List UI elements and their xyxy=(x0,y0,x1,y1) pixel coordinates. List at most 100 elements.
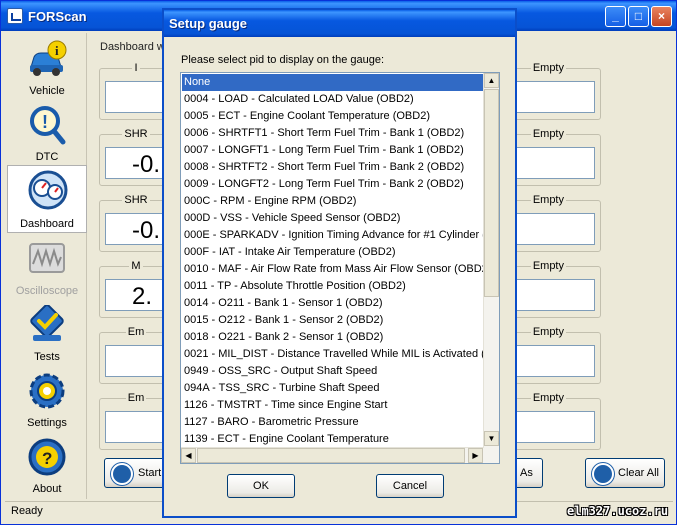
window-title: FORScan xyxy=(28,9,87,24)
pid-list: None 0004 - LOAD - Calculated LOAD Value … xyxy=(182,74,484,448)
pid-list-item[interactable]: 000C - RPM - Engine RPM (OBD2) xyxy=(182,193,484,210)
maximize-button[interactable]: □ xyxy=(628,6,649,27)
pid-list-item[interactable]: 0018 - O221 - Bank 2 - Sensor 1 (OBD2) xyxy=(182,329,484,346)
gauge-value xyxy=(507,279,595,311)
clear-all-label: Clear All xyxy=(618,467,659,479)
gauge-value: -0. xyxy=(105,147,167,179)
horizontal-scrollbar[interactable]: ◀ ▶ xyxy=(181,447,484,463)
pid-list-item[interactable]: 0007 - LONGFT1 - Long Term Fuel Trim - B… xyxy=(182,142,484,159)
scroll-right-icon[interactable]: ▶ xyxy=(468,448,483,463)
sidebar-item-oscilloscope: Oscilloscope xyxy=(7,235,87,299)
start-button-label: Start xyxy=(138,467,162,479)
pid-list-item[interactable]: 1127 - BARO - Barometric Pressure xyxy=(182,414,484,431)
gauge-value xyxy=(105,345,167,377)
sidebar-item-dtc[interactable]: ! DTC xyxy=(7,101,87,165)
minimize-button[interactable]: _ xyxy=(605,6,626,27)
watermark-text: elm327.ucoz.ru xyxy=(567,504,669,518)
dialog-title[interactable]: Setup gauge xyxy=(164,10,515,37)
sidebar-item-label: DTC xyxy=(35,151,59,163)
gauge-value xyxy=(105,411,167,443)
setup-gauge-dialog: Setup gauge Please select pid to display… xyxy=(162,8,517,518)
gauge-label: SHR xyxy=(122,128,150,140)
sidebar-item-vehicle[interactable]: i Vehicle xyxy=(7,35,87,99)
pid-list-item[interactable]: 0949 - OSS_SRC - Output Shaft Speed xyxy=(182,363,484,380)
dashboard-gauge-icon xyxy=(28,170,68,210)
gauge-value xyxy=(507,81,595,113)
pid-list-item[interactable]: 0004 - LOAD - Calculated LOAD Value (OBD… xyxy=(182,91,484,108)
pid-list-item[interactable]: 1139 - ECT - Engine Coolant Temperature xyxy=(182,431,484,448)
gauge-label: Em xyxy=(125,326,147,338)
scroll-up-icon[interactable]: ▲ xyxy=(484,73,499,88)
settings-gear-icon xyxy=(29,373,65,409)
sidebar: i Vehicle ! DTC Dashboard Oscilloscope T… xyxy=(5,33,87,499)
oscilloscope-icon xyxy=(29,243,65,273)
gauge-label: M xyxy=(129,260,143,272)
scroll-down-icon[interactable]: ▼ xyxy=(484,431,499,446)
svg-text:?: ? xyxy=(42,449,52,468)
gauge-value xyxy=(507,345,595,377)
sidebar-item-label: Oscilloscope xyxy=(15,285,79,297)
dtc-magnifier-icon: ! xyxy=(30,106,66,145)
tests-check-icon xyxy=(30,305,64,341)
pid-list-item[interactable]: 0006 - SHRTFT1 - Short Term Fuel Trim - … xyxy=(182,125,484,142)
clear-all-button[interactable]: Clear All xyxy=(585,458,665,488)
pid-list-item[interactable]: 0014 - O211 - Bank 1 - Sensor 1 (OBD2) xyxy=(182,295,484,312)
pid-list-item[interactable]: 094A - TSS_SRC - Turbine Shaft Speed xyxy=(182,380,484,397)
sidebar-item-tests[interactable]: Tests xyxy=(7,301,87,365)
dialog-prompt: Please select pid to display on the gaug… xyxy=(181,54,385,66)
svg-text:!: ! xyxy=(42,112,48,132)
forscan-app-icon xyxy=(7,8,23,24)
gauge-label: Empty xyxy=(530,62,566,74)
pid-list-item[interactable]: 0008 - SHRTFT2 - Short Term Fuel Trim - … xyxy=(182,159,484,176)
pid-list-item[interactable]: 0005 - ECT - Engine Coolant Temperature … xyxy=(182,108,484,125)
pid-list-item[interactable]: 0021 - MIL_DIST - Distance Travelled Whi… xyxy=(182,346,484,363)
scroll-thumb[interactable] xyxy=(484,89,499,297)
vertical-scrollbar[interactable]: ▲ ▼ xyxy=(483,73,499,463)
gauge-label: Empty xyxy=(530,326,566,338)
gauge-value xyxy=(105,81,167,113)
gauge-label: Em xyxy=(125,392,147,404)
pid-list-item[interactable]: 0010 - MAF - Air Flow Rate from Mass Air… xyxy=(182,261,484,278)
gauge-label: I xyxy=(132,62,140,74)
scroll-left-icon[interactable]: ◀ xyxy=(181,448,196,463)
pid-list-item[interactable]: 1126 - TMSTRT - Time since Engine Start xyxy=(182,397,484,414)
gauge-value: -0. xyxy=(105,213,167,245)
start-button[interactable]: Start xyxy=(104,458,170,488)
gauge-label: Empty xyxy=(530,392,566,404)
dashboard-title: Dashboard w xyxy=(100,41,165,53)
sidebar-item-label: Tests xyxy=(34,351,60,363)
gauge-label: Empty xyxy=(530,194,566,206)
cancel-button[interactable]: Cancel xyxy=(376,474,444,498)
gauge-label: Empty xyxy=(530,260,566,272)
pid-list-item[interactable]: 0015 - O212 - Bank 1 - Sensor 2 (OBD2) xyxy=(182,312,484,329)
sidebar-item-label: Settings xyxy=(27,417,67,429)
play-icon xyxy=(111,463,133,485)
sidebar-item-about[interactable]: ? About xyxy=(7,433,87,497)
pid-list-item[interactable]: 0011 - TP - Absolute Throttle Position (… xyxy=(182,278,484,295)
hscroll-thumb[interactable] xyxy=(197,448,465,463)
gauge-value xyxy=(507,411,595,443)
sidebar-item-label: Vehicle xyxy=(29,85,65,97)
ok-button[interactable]: OK xyxy=(227,474,295,498)
about-help-icon: ? xyxy=(28,438,66,476)
sidebar-item-label: About xyxy=(32,483,62,495)
pid-list-item[interactable]: 000E - SPARKADV - Ignition Timing Advanc… xyxy=(182,227,484,244)
clear-x-icon xyxy=(592,463,614,485)
gauge-value xyxy=(507,147,595,179)
save-as-label: As xyxy=(520,467,533,479)
pid-list-item[interactable]: 0009 - LONGFT2 - Long Term Fuel Trim - B… xyxy=(182,176,484,193)
pid-list-item[interactable]: 000D - VSS - Vehicle Speed Sensor (OBD2) xyxy=(182,210,484,227)
sidebar-item-settings[interactable]: Settings xyxy=(7,367,87,431)
sidebar-item-label: Dashboard xyxy=(20,218,74,230)
sidebar-item-dashboard[interactable]: Dashboard xyxy=(7,165,87,233)
svg-text:i: i xyxy=(55,43,59,58)
pid-list-item[interactable]: 000F - IAT - Intake Air Temperature (OBD… xyxy=(182,244,484,261)
gauge-label: Empty xyxy=(530,128,566,140)
pid-listbox[interactable]: None 0004 - LOAD - Calculated LOAD Value … xyxy=(180,72,500,464)
gauge-value: 2. xyxy=(105,279,167,311)
gauge-value xyxy=(507,213,595,245)
pid-list-item[interactable]: None xyxy=(182,74,484,91)
gauge-label: SHR xyxy=(122,194,150,206)
vehicle-info-icon: i xyxy=(30,40,67,76)
close-button[interactable]: × xyxy=(651,6,672,27)
